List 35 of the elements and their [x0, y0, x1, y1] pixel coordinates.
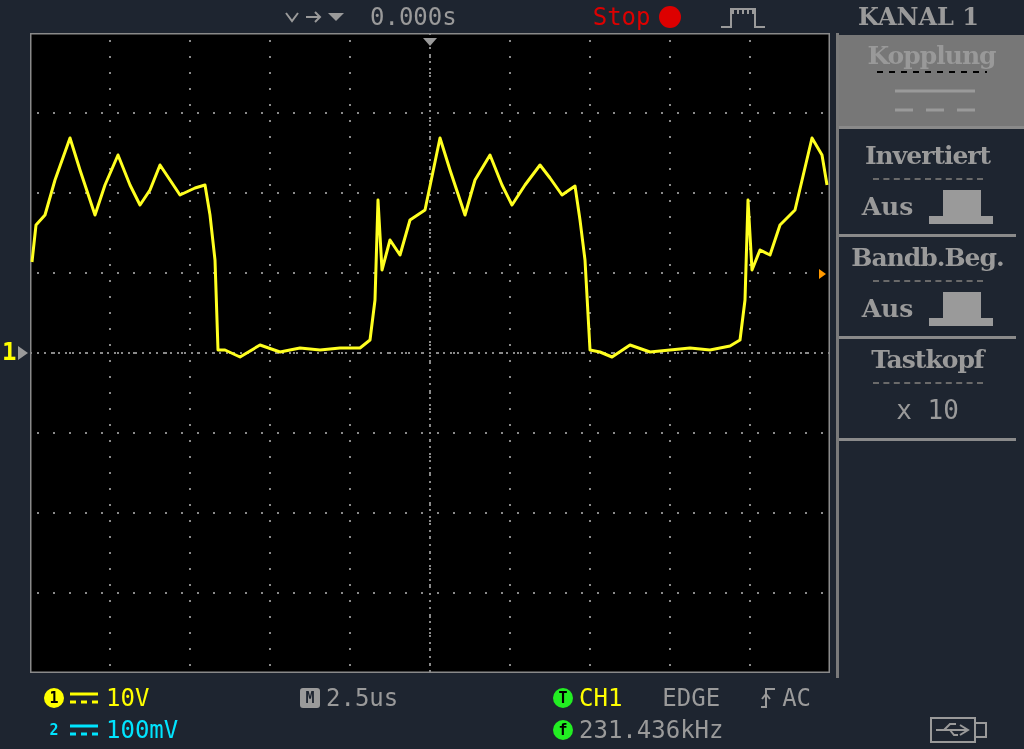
- dc-icon: [70, 690, 100, 705]
- channel-marker: 1: [2, 338, 17, 366]
- toggle-icon: [929, 188, 994, 224]
- channel-level-icon: [18, 346, 28, 360]
- frequency-badge: f: [553, 719, 573, 740]
- usb-icon: [930, 716, 990, 743]
- rising-edge-icon: [760, 686, 777, 709]
- menu-item-label: Tastkopf: [871, 345, 984, 374]
- menu-item-label: Invertiert: [864, 141, 991, 170]
- menu-item[interactable]: Invertiert Aus: [839, 135, 1016, 237]
- channel-badge: 1: [44, 687, 64, 708]
- menu-item-value: x 10: [896, 395, 959, 425]
- trigger-source: CH1: [579, 683, 623, 712]
- dc-icon: [70, 722, 100, 737]
- channel-scale: 10V: [106, 683, 150, 712]
- channel-scale: 100mV: [106, 715, 179, 744]
- menu-item-value: Aus: [861, 293, 914, 323]
- toggle-icon: [929, 290, 994, 326]
- menu-item[interactable]: Bandb.Beg. Aus: [839, 237, 1016, 339]
- trigger-coupling: AC: [782, 683, 812, 712]
- menu-item-value: Aus: [861, 191, 914, 221]
- trigger-position-marker-icon: [423, 38, 437, 46]
- channel-label: 2: [48, 719, 60, 740]
- menu-title: KANAL 1: [857, 2, 979, 31]
- timebase-value: 2.5us: [326, 683, 399, 712]
- status-dot-icon: [656, 3, 683, 30]
- trigger-level-marker-icon: [819, 269, 826, 279]
- menu-item[interactable]: Tastkopf x 10: [839, 339, 1016, 441]
- trigger-time: 0.000s: [370, 2, 457, 31]
- run-state[interactable]: Stop: [592, 2, 651, 31]
- frequency-value: 231.436kHz: [579, 715, 724, 744]
- timebase-badge: M: [300, 687, 320, 708]
- trigger-badge: T: [553, 687, 573, 708]
- menu-item-label: Bandb.Beg.: [851, 243, 1004, 272]
- trigger-type: EDGE: [662, 683, 721, 712]
